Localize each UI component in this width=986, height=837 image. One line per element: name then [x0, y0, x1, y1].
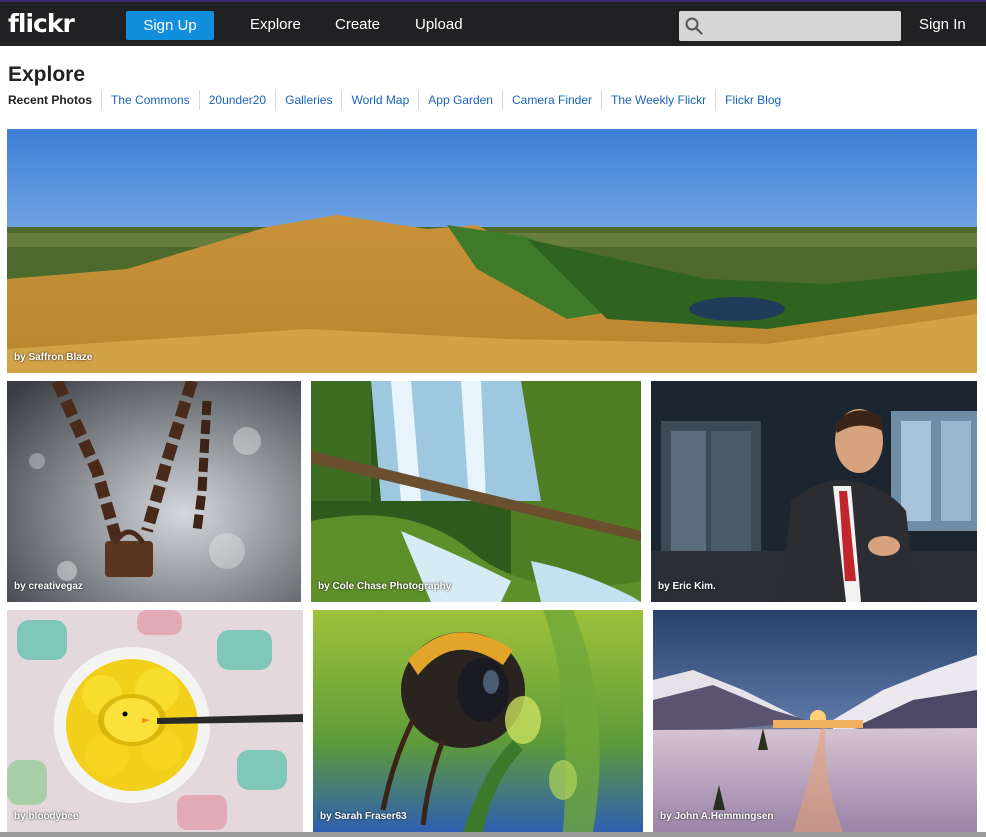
photo-credit[interactable]: by creativegaz — [14, 581, 83, 592]
photo-tile[interactable]: by Cole Chase Photography — [311, 381, 641, 602]
bumblebee-image — [313, 610, 643, 832]
rusty-chain-image — [7, 381, 301, 602]
search-input[interactable] — [679, 11, 901, 41]
subnav-app-garden[interactable]: App Garden — [418, 90, 502, 110]
top-nav-bar: flickr Sign Up Explore Create Upload Sig… — [0, 0, 986, 46]
photo-credit[interactable]: by Saffron Blaze — [14, 352, 92, 363]
nav-explore[interactable]: Explore — [250, 16, 301, 33]
subnav-flickr-blog[interactable]: Flickr Blog — [715, 90, 790, 110]
page-title: Explore — [8, 63, 86, 86]
photo-credit[interactable]: by Eric Kim. — [658, 581, 716, 592]
subnav-weekly-flickr[interactable]: The Weekly Flickr — [601, 90, 715, 110]
flickr-logo[interactable]: flickr — [8, 9, 75, 38]
yellow-chicks-cup-image — [7, 610, 303, 832]
subnav-galleries[interactable]: Galleries — [275, 90, 341, 110]
subnav-world-map[interactable]: World Map — [341, 90, 418, 110]
page-bottom-edge — [0, 832, 986, 837]
nav-upload[interactable]: Upload — [415, 16, 463, 33]
photo-tile[interactable]: by bloodybee — [7, 610, 303, 832]
photo-tile[interactable]: by John A.Hemmingsen — [653, 610, 977, 832]
explore-subnav: Recent Photos The Commons 20under20 Gall… — [8, 90, 790, 110]
photo-credit[interactable]: by Cole Chase Photography — [318, 581, 451, 592]
photo-credit[interactable]: by John A.Hemmingsen — [660, 811, 774, 822]
subnav-20under20[interactable]: 20under20 — [198, 90, 275, 110]
photo-tile[interactable]: by Eric Kim. — [651, 381, 977, 602]
search-icon — [685, 17, 703, 35]
photo-tile[interactable]: by Sarah Fraser63 — [313, 610, 643, 832]
man-in-suit-image — [651, 381, 977, 602]
photo-credit[interactable]: by Sarah Fraser63 — [320, 811, 407, 822]
hill-panorama-image — [7, 129, 977, 373]
waterfall-image — [311, 381, 641, 602]
subnav-recent-photos[interactable]: Recent Photos — [8, 90, 101, 110]
photo-tile[interactable]: by creativegaz — [7, 381, 301, 602]
photo-tile[interactable]: by Saffron Blaze — [7, 129, 977, 373]
sign-in-link[interactable]: Sign In — [919, 16, 966, 33]
snow-sunset-image — [653, 610, 977, 832]
sign-up-button[interactable]: Sign Up — [126, 11, 214, 40]
photo-credit[interactable]: by bloodybee — [14, 811, 78, 822]
subnav-camera-finder[interactable]: Camera Finder — [501, 90, 601, 110]
subnav-the-commons[interactable]: The Commons — [101, 90, 199, 110]
nav-create[interactable]: Create — [335, 16, 380, 33]
